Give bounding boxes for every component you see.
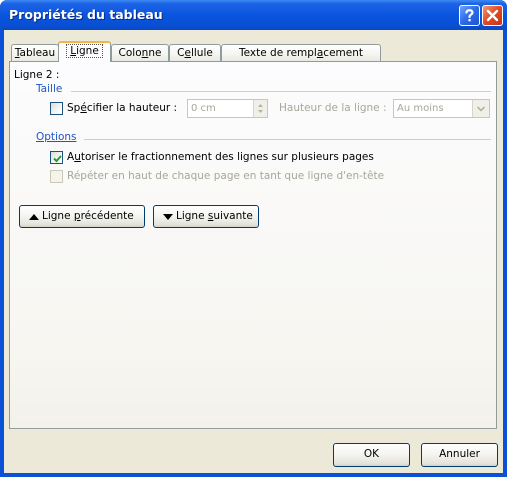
triangle-down-icon — [163, 214, 173, 220]
label-end: uivante — [213, 210, 253, 222]
ok-label: OK — [363, 448, 380, 460]
tab-ligne[interactable]: Ligne — [58, 41, 111, 62]
tab-label-start: Texte de rempl — [239, 47, 317, 59]
tab-label-end: ne — [148, 47, 162, 59]
previous-row-label: Ligne précédente — [42, 210, 134, 222]
size-section-heading: Taille — [36, 83, 63, 95]
close-icon — [486, 9, 499, 22]
label-start: Ligne — [176, 210, 208, 222]
label-end: cifier la hauteur : — [86, 102, 178, 114]
label-accel: u — [74, 151, 81, 163]
specify-height-label[interactable]: Spécifier la hauteur : — [67, 102, 177, 114]
cancel-label: Annuler — [439, 448, 480, 460]
repeat-header-checkbox[interactable] — [50, 170, 63, 183]
allow-row-break-label[interactable]: Autoriser le fractionnement des lignes s… — [67, 151, 374, 163]
chevron-down-icon — [476, 106, 486, 112]
row-height-mode-value: Au moins — [397, 103, 444, 114]
tab-cellule[interactable]: Cellule — [169, 44, 221, 62]
tab-panel-ligne: Ligne 2 : Taille Spécifier la hauteur : … — [9, 61, 497, 429]
next-row-button[interactable]: Ligne suivante — [153, 205, 259, 228]
triangle-up-icon — [29, 214, 39, 220]
options-section-heading: Options — [36, 131, 77, 143]
options-heading-text: Options — [36, 131, 77, 143]
previous-row-button[interactable]: Ligne précédente — [19, 205, 145, 228]
tab-label-start: C — [177, 47, 185, 59]
window-title: Propriétés du tableau — [9, 7, 163, 22]
tab-focus-box: Ligne — [66, 44, 103, 58]
tab-tableau[interactable]: Tableau — [11, 44, 59, 62]
tab-colonne[interactable]: Colonne — [111, 44, 169, 62]
cancel-button[interactable]: Annuler — [421, 443, 498, 467]
specify-height-checkbox[interactable] — [50, 102, 63, 115]
tab-texte-de-remplacement[interactable]: Texte de remplacement — [221, 44, 381, 62]
tab-label-start: Colo — [118, 47, 142, 59]
help-button[interactable] — [459, 5, 480, 26]
question-mark-icon — [465, 9, 474, 22]
row-height-label: Hauteur de la ligne : — [279, 102, 387, 114]
ok-button[interactable]: OK — [333, 443, 410, 467]
row-label: Ligne 2 : — [14, 69, 60, 81]
dialog-body: Tableau Ligne Colonne Cellule Texte de r… — [4, 30, 503, 473]
label-end: toriser le fractionnement des lignes sur… — [80, 151, 374, 163]
dialog-window: Propriétés du tableau Tableau Ligne Colo… — [0, 0, 507, 477]
title-bar[interactable]: Propriétés du tableau — [0, 0, 507, 30]
label-accel: p — [73, 210, 81, 222]
tab-label-end: cement — [323, 47, 363, 59]
size-section-divider — [71, 91, 491, 92]
height-value: 0 cm — [191, 103, 216, 114]
tab-label: igne — [76, 45, 99, 57]
close-button[interactable] — [482, 5, 503, 26]
tab-label: ableau — [19, 47, 56, 59]
dropdown-button[interactable] — [472, 100, 489, 117]
tab-label-end: llule — [190, 47, 213, 59]
label-end: récédente — [80, 210, 134, 222]
label-start: Sp — [67, 102, 81, 114]
spinner-arrows-icon — [258, 104, 263, 113]
options-section-divider — [84, 139, 491, 140]
row-height-mode-select[interactable]: Au moins — [393, 99, 490, 118]
allow-row-break-checkbox[interactable] — [50, 151, 63, 164]
repeat-header-label: Répéter en haut de chaque page en tant q… — [67, 170, 385, 182]
label-start: Ligne — [42, 210, 74, 222]
checkmark-icon — [53, 155, 62, 163]
height-input[interactable]: 0 cm — [187, 99, 268, 118]
next-row-label: Ligne suivante — [176, 210, 253, 222]
height-spinner[interactable] — [253, 100, 267, 117]
